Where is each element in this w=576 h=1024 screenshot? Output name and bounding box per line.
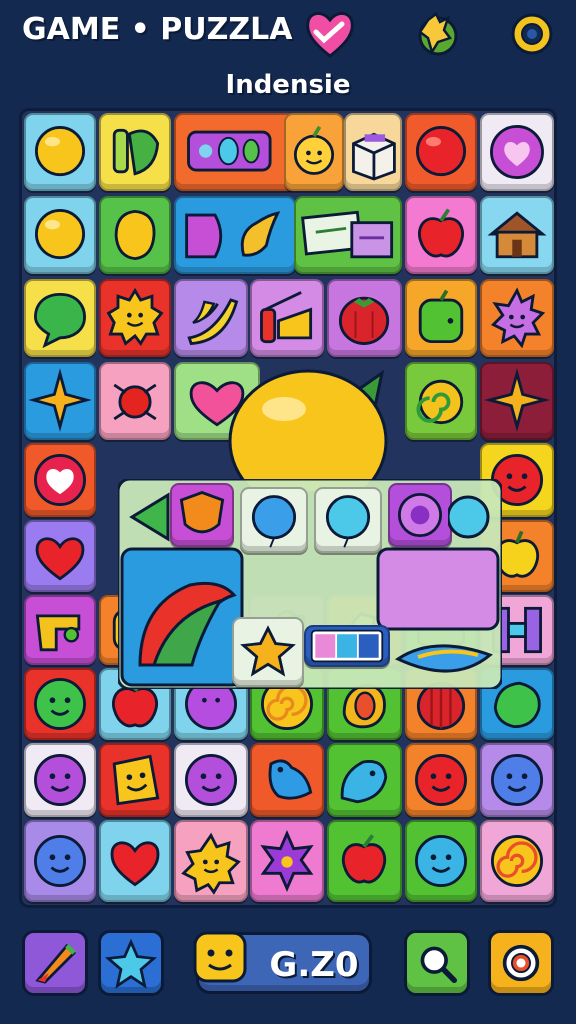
tile-red-heart[interactable] bbox=[24, 520, 96, 592]
score-display: G.Z0 bbox=[193, 931, 372, 994]
popup-purple-flower-gem[interactable] bbox=[388, 483, 452, 547]
tile-red-tomato[interactable] bbox=[327, 279, 402, 357]
tile-toy-gun[interactable] bbox=[24, 595, 96, 665]
popup-green-leaf-fan[interactable] bbox=[130, 565, 240, 675]
popup-blue-fish-leaf[interactable] bbox=[394, 631, 498, 685]
bottom-bar: G.Z0 bbox=[0, 920, 576, 1024]
tile-yellow-sun[interactable] bbox=[174, 820, 248, 902]
tile-green-speech-bubble[interactable] bbox=[24, 279, 96, 357]
smiley-face-icon bbox=[193, 931, 247, 983]
tile-box-gift[interactable] bbox=[344, 113, 402, 191]
tile-purple-face[interactable] bbox=[174, 743, 248, 817]
tile-peach-face[interactable] bbox=[284, 113, 344, 191]
rocket-icon bbox=[35, 943, 77, 984]
level-subtitle: Indensie bbox=[225, 70, 351, 100]
search-button[interactable] bbox=[404, 930, 470, 996]
tile-green-face[interactable] bbox=[24, 668, 96, 740]
tile-purple-flower[interactable] bbox=[480, 279, 554, 357]
tile-green-apple[interactable] bbox=[405, 279, 477, 357]
tile-teal-fish[interactable] bbox=[327, 743, 402, 817]
tile-spray-toy[interactable] bbox=[250, 279, 324, 357]
tile-yellow-lemon[interactable] bbox=[99, 196, 171, 274]
tile-purple-face[interactable] bbox=[24, 743, 96, 817]
popup-yellow-star[interactable] bbox=[232, 617, 304, 687]
popup-blue-balloon[interactable] bbox=[314, 487, 382, 553]
top-bar: GAME • PUZZLA Indensie bbox=[0, 0, 576, 110]
settings-ring-icon[interactable] bbox=[508, 10, 556, 58]
tile-yellow-sun-face[interactable] bbox=[99, 279, 171, 357]
tile-gold-star[interactable] bbox=[480, 362, 554, 440]
bell-icon[interactable] bbox=[414, 10, 462, 58]
tile-red-apple[interactable] bbox=[405, 196, 477, 274]
heart-logo-icon bbox=[306, 12, 354, 58]
tile-red-bug[interactable] bbox=[99, 362, 171, 440]
game-board bbox=[19, 108, 557, 908]
star-icon bbox=[105, 938, 157, 989]
tile-green-leaf-bottles[interactable] bbox=[99, 113, 171, 191]
tile-yellow-ball[interactable] bbox=[24, 113, 96, 191]
star-booster-button[interactable] bbox=[98, 930, 164, 996]
tile-purple-shoe[interactable] bbox=[174, 196, 296, 274]
game-title: GAME • PUZZLA bbox=[22, 12, 293, 47]
tile-yellow-cheese[interactable] bbox=[99, 743, 171, 817]
tile-teal-face[interactable] bbox=[405, 820, 477, 902]
tile-blue-bird[interactable] bbox=[250, 743, 324, 817]
popup-orange-shield[interactable] bbox=[170, 483, 234, 547]
tile-yellow-ball[interactable] bbox=[24, 196, 96, 274]
tile-purple-gem-bar[interactable] bbox=[174, 113, 296, 191]
combo-popup bbox=[118, 479, 502, 689]
tile-red-face[interactable] bbox=[405, 743, 477, 817]
popup-blue-balloon[interactable] bbox=[240, 487, 308, 553]
settings-button[interactable] bbox=[488, 930, 554, 996]
tile-purple-star[interactable] bbox=[250, 820, 324, 902]
rocket-boost-button[interactable] bbox=[22, 930, 88, 996]
search-icon bbox=[420, 946, 457, 983]
tile-heart-badge[interactable] bbox=[24, 443, 96, 517]
popup-gem-strip[interactable] bbox=[304, 625, 390, 667]
tile-green-sign[interactable] bbox=[294, 196, 402, 274]
tile-swirl-candy[interactable] bbox=[480, 820, 554, 902]
tile-blue-face[interactable] bbox=[24, 820, 96, 902]
big-yellow-blob bbox=[228, 369, 388, 491]
tile-purple-heart[interactable] bbox=[480, 113, 554, 191]
tile-banana[interactable] bbox=[174, 279, 248, 357]
tile-wooden-house[interactable] bbox=[480, 196, 554, 274]
tile-red-heart[interactable] bbox=[99, 820, 171, 902]
tile-red-ball[interactable] bbox=[405, 113, 477, 191]
tile-blue-face[interactable] bbox=[480, 743, 554, 817]
tile-swirl-ball[interactable] bbox=[405, 362, 477, 440]
blue-ring-icon bbox=[448, 495, 490, 539]
tile-red-apple[interactable] bbox=[327, 820, 402, 902]
ring-icon bbox=[502, 944, 540, 982]
score-value: G.Z0 bbox=[269, 945, 359, 985]
tile-gold-star[interactable] bbox=[24, 362, 96, 440]
